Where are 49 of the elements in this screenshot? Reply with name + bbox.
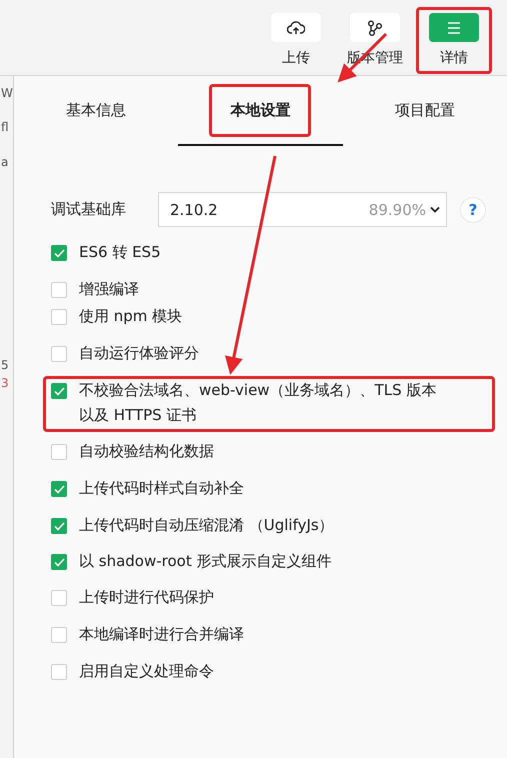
option-label: 使用 npm 模块: [79, 306, 184, 327]
checkmark-icon: [54, 248, 64, 258]
option-label: 增强编译: [79, 279, 140, 300]
option-label: 不校验合法域名、web-view（业务域名）、TLS 版本以及 HTTPS 证书: [79, 380, 437, 426]
checkmark-icon: [54, 386, 64, 396]
field-label: 调试基础库: [51, 200, 127, 219]
checkbox[interactable]: [51, 346, 67, 362]
chevron-down-icon: [430, 206, 440, 213]
checkbox[interactable]: [51, 664, 67, 680]
clipped-text: 5: [0, 358, 10, 372]
branch-icon: [367, 20, 383, 36]
checkbox[interactable]: [51, 444, 67, 460]
checkbox[interactable]: [51, 590, 67, 606]
checkbox[interactable]: [51, 282, 67, 298]
toolbar-button[interactable]: [350, 13, 400, 42]
option-label: ES6 转 ES5: [79, 242, 162, 263]
checkbox[interactable]: [51, 554, 67, 570]
option-label: 上传代码时自动压缩混淆 （UglifyJs）: [79, 515, 335, 536]
checkmark-icon: [54, 484, 64, 494]
toolbar-label: 上传: [282, 49, 310, 67]
help-button[interactable]: ?: [460, 196, 486, 222]
tab[interactable]: 基本信息: [14, 76, 178, 146]
option-label: 本地编译时进行合并编译: [79, 624, 245, 645]
clipped-text: W: [0, 86, 13, 100]
option-label: 自动运行体验评分: [79, 343, 200, 364]
option-label: 上传代码时样式自动补全: [79, 478, 245, 499]
menu-icon: [447, 22, 461, 34]
option-label: 自动校验结构化数据: [79, 441, 215, 462]
option-label: 启用自定义处理命令: [79, 661, 215, 682]
checkbox[interactable]: [51, 627, 67, 643]
toolbar-label: 详情: [440, 49, 468, 67]
checkbox[interactable]: [51, 245, 67, 261]
clipped-text: a: [0, 155, 10, 169]
checkbox[interactable]: [51, 383, 67, 399]
cloud-upload-icon: [287, 20, 305, 34]
toolbar-button[interactable]: [271, 13, 321, 42]
tab[interactable]: 本地设置: [178, 76, 343, 146]
option-label: 上传时进行代码保护: [79, 587, 215, 608]
tab[interactable]: 项目配置: [342, 76, 507, 146]
clipped-text: fl: [0, 120, 10, 134]
checkmark-icon: [54, 558, 64, 566]
checkmark-icon: [54, 522, 64, 530]
checkbox[interactable]: [51, 309, 67, 325]
checkbox[interactable]: [51, 518, 67, 534]
arrow: [338, 32, 388, 82]
option-label: 以 shadow-root 形式展示自定义组件: [79, 551, 333, 572]
version-select[interactable]: 2.10.2 89.90%: [158, 192, 447, 227]
clipped-text: 3: [0, 376, 10, 390]
checkbox[interactable]: [51, 481, 67, 497]
